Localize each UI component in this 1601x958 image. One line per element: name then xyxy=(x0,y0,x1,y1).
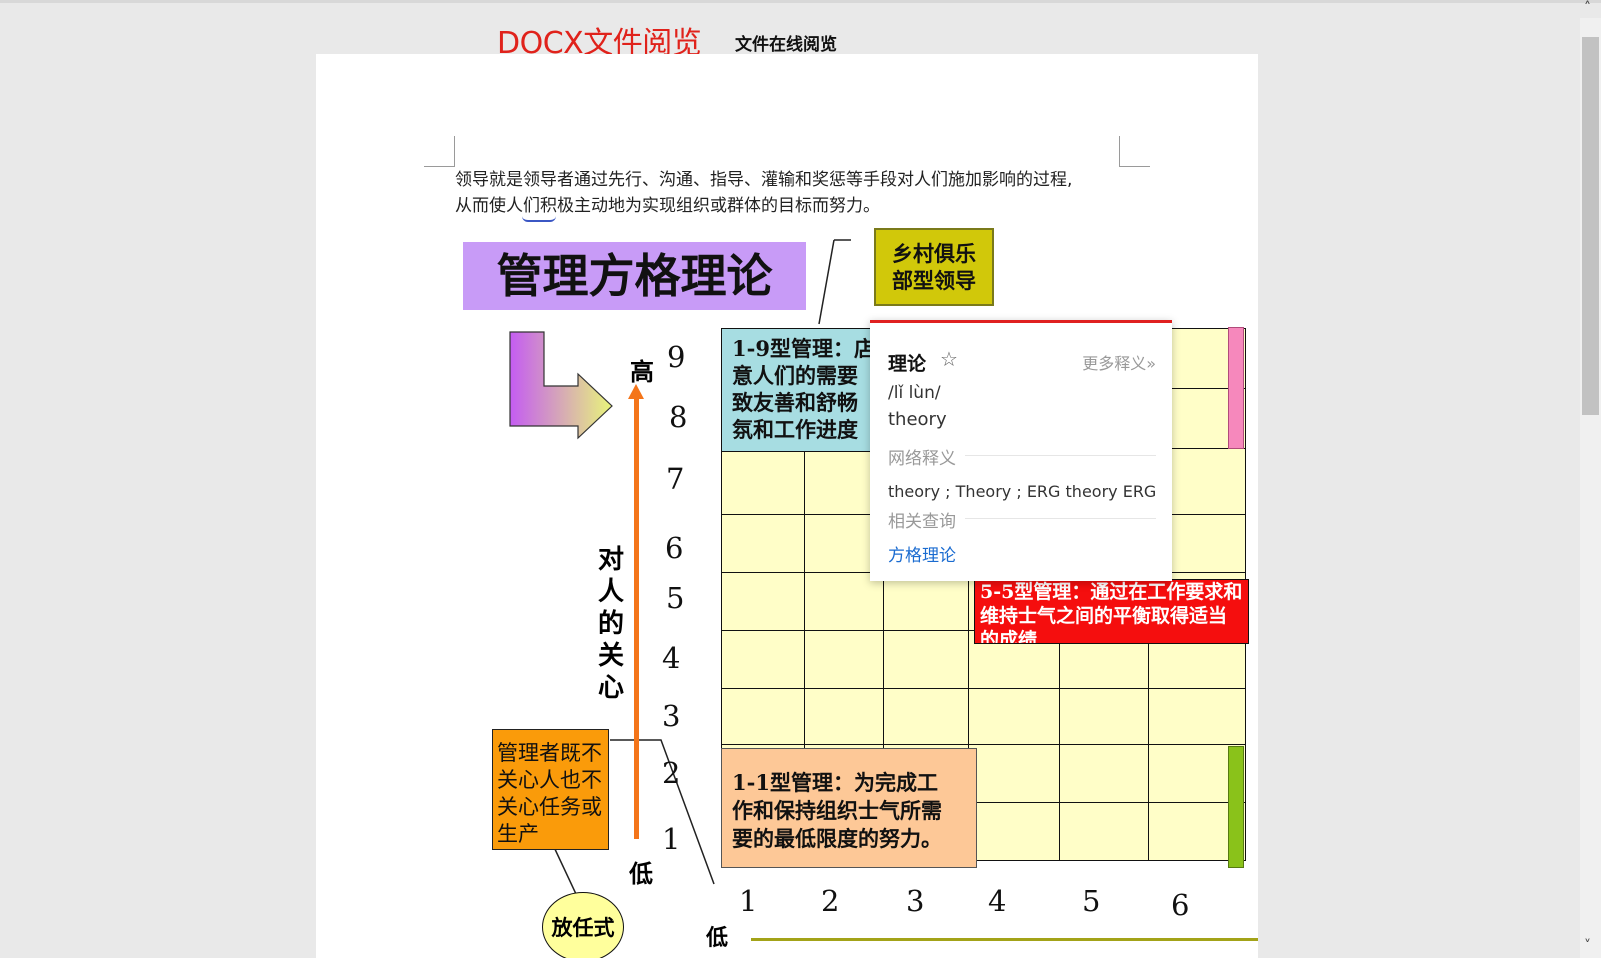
box-1-1: 1-1型管理：为完成工 作和保持组织士气所需 要的最低限度的努力。 xyxy=(721,748,977,868)
web-definitions-text: theory ; Theory ; ERG theory ERG xyxy=(888,482,1157,501)
star-outline-icon[interactable]: ☆ xyxy=(940,347,958,371)
box-line: 维持士气之间的平衡取得适当 xyxy=(980,605,1228,627)
related-queries-heading: 相关查询 xyxy=(888,512,956,532)
popup-phonetic: /lǐ lùn/ xyxy=(888,383,941,403)
country-club-line: 部型领导 xyxy=(892,268,976,293)
scroll-down-icon[interactable]: ˅ xyxy=(1584,938,1591,954)
y-tick: 9 xyxy=(667,340,686,374)
laissez-faire-bubble: 放任式 xyxy=(542,892,624,958)
pink-strip xyxy=(1228,327,1244,449)
popup-word: 理论 xyxy=(888,353,927,375)
divider xyxy=(965,518,1156,519)
x-tick: 6 xyxy=(1171,888,1190,922)
x-tick: 5 xyxy=(1082,884,1101,918)
x-axis-low: 低 xyxy=(706,925,729,951)
y-tick: 4 xyxy=(662,641,681,675)
box-line: 5-5型管理：通过在工作要求和 xyxy=(980,581,1243,603)
related-query-link[interactable]: 方格理论 xyxy=(888,541,956,566)
x-tick: 4 xyxy=(988,884,1007,918)
country-club-line: 乡村俱乐 xyxy=(892,241,976,266)
x-tick: 1 xyxy=(739,884,758,918)
y-tick: 7 xyxy=(666,462,685,496)
y-axis-arrow xyxy=(634,394,639,839)
y-tick: 1 xyxy=(662,822,681,856)
browser-top-bar xyxy=(0,0,1601,18)
more-definitions-link[interactable]: 更多释义» xyxy=(1082,350,1156,374)
box-line: 1-1型管理：为完成工 xyxy=(732,770,938,795)
divider xyxy=(965,455,1156,456)
dictionary-popup: 理论 ☆ 更多释义» /lǐ lùn/ theory 网络释义 theory ;… xyxy=(870,320,1172,581)
box-line: 关心人也不 xyxy=(497,768,602,792)
bottom-rule xyxy=(751,938,1258,941)
box-5-5: 5-5型管理：通过在工作要求和 维持士气之间的平衡取得适当 的成绩 xyxy=(974,579,1249,644)
x-tick: 2 xyxy=(821,884,840,918)
popup-definition: theory xyxy=(888,409,947,430)
web-definitions-heading: 网络释义 xyxy=(888,449,956,469)
box-laissez-faire: 管理者既不 关心人也不 关心任务或 生产 xyxy=(492,729,609,850)
l-arrow-icon xyxy=(509,331,613,440)
y-tick: 6 xyxy=(665,531,684,565)
box-line: 的成绩 xyxy=(980,629,1038,644)
scroll-up-icon[interactable]: ˄ xyxy=(1584,0,1591,16)
y-tick: 8 xyxy=(669,400,688,434)
scrollbar-thumb[interactable] xyxy=(1582,37,1599,415)
y-axis-low: 低 xyxy=(629,859,653,888)
box-line: 要的最低限度的努力。 xyxy=(732,826,942,851)
y-tick: 3 xyxy=(662,699,681,733)
y-axis-label: 对人的关心 xyxy=(598,545,625,703)
y-tick: 5 xyxy=(666,581,685,615)
y-tick: 2 xyxy=(662,756,681,790)
y-axis-high: 高 xyxy=(630,357,654,386)
box-line: 关心任务或 xyxy=(497,795,602,819)
green-strip xyxy=(1228,746,1244,868)
box-line: 生产 xyxy=(497,822,539,846)
box-line: 作和保持组织士气所需 xyxy=(732,798,942,823)
app-subtitle: 文件在线阅览 xyxy=(735,35,837,55)
x-tick: 3 xyxy=(906,884,925,918)
country-club-box: 乡村俱乐 部型领导 xyxy=(874,228,994,306)
box-line: 管理者既不 xyxy=(497,741,602,765)
